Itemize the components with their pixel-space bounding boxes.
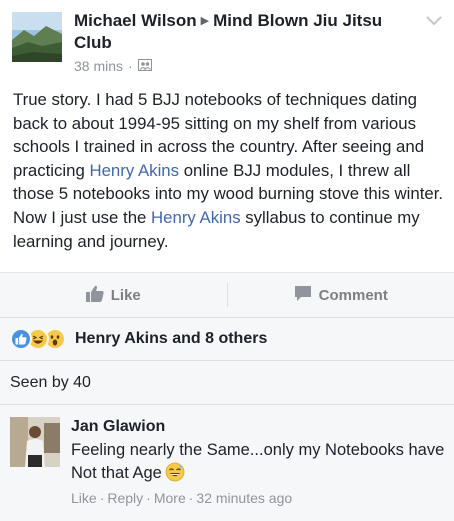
comment-timestamp[interactable]: 32 minutes ago [196,490,292,506]
post-author-name[interactable]: Michael Wilson [74,11,197,30]
like-button[interactable]: Like [0,273,227,317]
meta-separator: · [128,58,133,74]
like-label: Like [110,286,141,304]
post-header: Michael Wilson ▶ Mind Blown Jiu Jitsu Club… [0,0,454,84]
comment-text: Feeling nearly the Same...only my Notebo… [71,441,445,482]
reactions-summary[interactable]: Henry Akins and 8 others [0,318,454,361]
author-avatar[interactable] [12,12,62,62]
post-title: Michael Wilson ▶ Mind Blown Jiu Jitsu Club [74,10,419,54]
sweat-smile-emoji [165,462,185,489]
thumbs-up-icon [85,285,104,306]
comment-meta-separator: · [188,490,194,506]
reactors-summary-text: Henry Akins and 8 others [75,330,268,347]
mention-link[interactable]: Henry Akins [89,161,179,180]
chevron-down-icon[interactable] [424,13,444,29]
comment-more-button[interactable]: More [154,490,186,506]
post-timestamp[interactable]: 38 mins [74,58,123,74]
comment-bubble-icon [294,285,312,306]
post-meta: 38 mins · [74,58,152,74]
comment-meta-separator: · [146,490,151,506]
action-bar: Like Comment [0,272,454,318]
commenter-avatar[interactable] [10,417,60,467]
seen-by-row[interactable]: Seen by 40 [0,361,454,405]
comment-label: Comment [318,286,388,304]
post-body: True story. I had 5 BJJ notebooks of tec… [13,88,445,253]
comment-meta-separator: · [99,490,105,506]
comment-meta: Like · Reply · More · 32 minutes ago [71,490,292,506]
comment-button[interactable]: Comment [228,273,454,317]
comment-like-button[interactable]: Like [71,490,97,506]
comment-reply-button[interactable]: Reply [107,490,143,506]
triangle-right-icon: ▶ [200,15,210,27]
comment-text-block: Feeling nearly the Same...only my Notebo… [71,439,446,489]
comment: Jan Glawion Feeling nearly the Same...on… [0,405,454,521]
seen-by-label: Seen by 40 [10,373,91,391]
commenter-name[interactable]: Jan Glawion [71,418,165,436]
group-audience-icon [137,58,152,74]
mention-link[interactable]: Henry Akins [151,208,241,227]
like-reaction-icon [10,328,32,350]
